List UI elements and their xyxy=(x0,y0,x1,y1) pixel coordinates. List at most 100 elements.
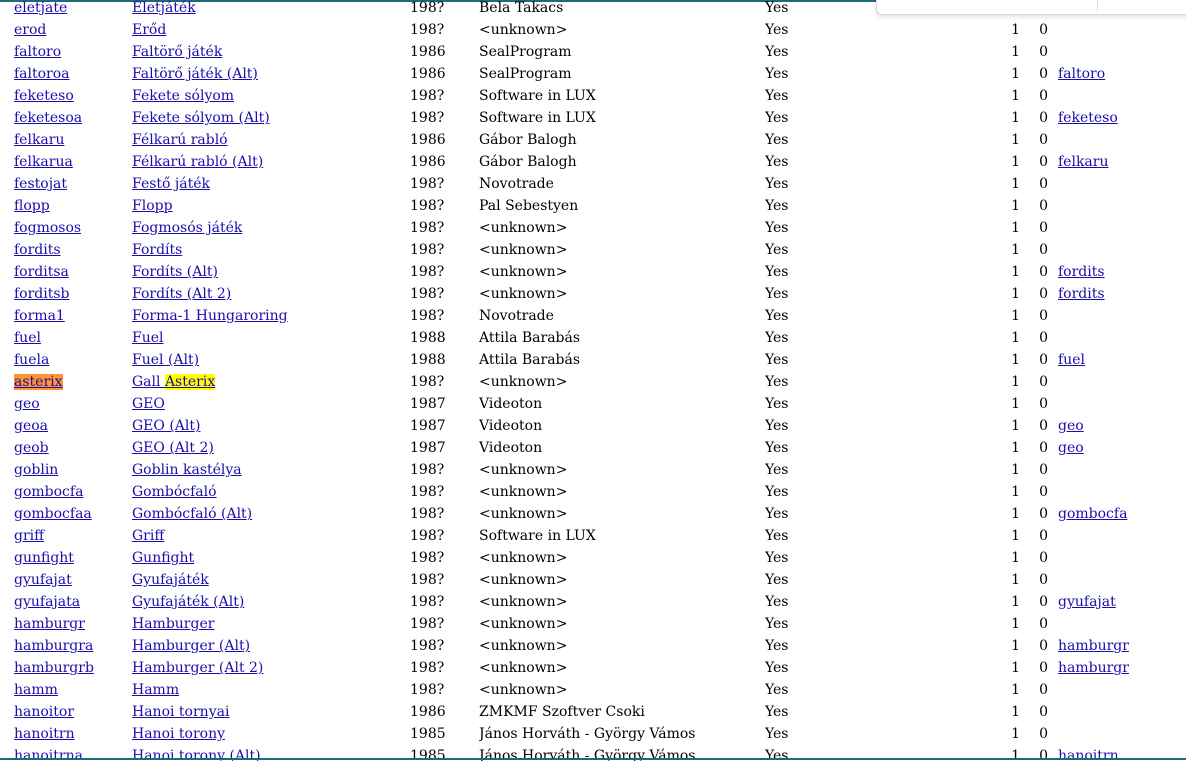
rom-name-link[interactable]: gyufajata xyxy=(14,594,80,610)
rom-name-link[interactable]: felkaru xyxy=(14,132,64,148)
parent-rom-link[interactable]: fordits xyxy=(1058,286,1105,302)
description-link[interactable]: Fordíts xyxy=(132,242,182,258)
clone-count-cell: 1 xyxy=(1011,132,1020,148)
description-link[interactable]: Hamburger xyxy=(132,616,214,632)
description-link[interactable]: Életjáték xyxy=(132,0,196,16)
rom-name-link[interactable]: forditsa xyxy=(14,264,69,280)
rom-name-link[interactable]: faltoro xyxy=(14,44,61,60)
find-input[interactable] xyxy=(889,0,1089,12)
parent-rom-link[interactable]: hamburgr xyxy=(1058,660,1129,676)
rom-name-link[interactable]: goblin xyxy=(14,462,58,478)
rom-name-link[interactable]: felkarua xyxy=(14,154,73,170)
parent-rom-link[interactable]: geo xyxy=(1058,418,1084,434)
description-link[interactable]: Fordíts (Alt) xyxy=(132,264,218,280)
description-link[interactable]: Flopp xyxy=(132,198,173,214)
description-link[interactable]: Festő játék xyxy=(132,176,210,192)
description-link[interactable]: GEO (Alt) xyxy=(132,418,200,434)
description-link[interactable]: Gyufajáték xyxy=(132,572,209,588)
parent-rom-link[interactable]: geo xyxy=(1058,440,1084,456)
parent-rom-link[interactable]: felkaru xyxy=(1058,154,1108,170)
rom-name-link[interactable]: geo xyxy=(14,396,40,412)
rom-name-link[interactable]: hamburgrb xyxy=(14,660,94,676)
description-link[interactable]: Griff xyxy=(132,528,164,544)
supported-flag-cell: 0 xyxy=(1039,704,1048,720)
rom-name-link[interactable]: faltoroa xyxy=(14,66,70,82)
rom-name-link[interactable]: fuela xyxy=(14,352,49,368)
rom-name-link[interactable]: festojat xyxy=(14,176,67,192)
rom-name-link[interactable]: erod xyxy=(14,22,46,38)
rom-name-link[interactable]: gunfight xyxy=(14,550,74,566)
description-link[interactable]: Faltörő játék (Alt) xyxy=(132,66,258,82)
year-cell: 198? xyxy=(410,88,445,104)
rom-name-link[interactable]: hanoitrn xyxy=(14,726,75,742)
description-link[interactable]: Goblin kastélya xyxy=(132,462,242,478)
description-link[interactable]: Fuel xyxy=(132,330,164,346)
clone-count-cell: 1 xyxy=(1011,550,1020,566)
rom-name-link[interactable]: gombocfa xyxy=(14,484,83,500)
supported-flag-cell: 0 xyxy=(1039,352,1048,368)
description-link[interactable]: Erőd xyxy=(132,22,166,38)
description-link[interactable]: Hamm xyxy=(132,682,179,698)
parent-rom-link[interactable]: faltoro xyxy=(1058,66,1105,82)
rom-name-link[interactable]: asterix xyxy=(14,374,63,390)
year-cell: 198? xyxy=(410,198,445,214)
description-link[interactable]: Gombócfaló (Alt) xyxy=(132,506,252,522)
working-status-cell: Yes xyxy=(765,682,789,698)
rom-name-link[interactable]: feketeso xyxy=(14,88,74,104)
rom-name-link[interactable]: geoa xyxy=(14,418,48,434)
clone-count-cell: 1 xyxy=(1011,616,1020,632)
description-link[interactable]: Fekete sólyom xyxy=(132,88,234,104)
rom-name-link[interactable]: hamm xyxy=(14,682,58,698)
description-link[interactable]: Gombócfaló xyxy=(132,484,217,500)
parent-rom-link[interactable]: fuel xyxy=(1058,352,1085,368)
description-link[interactable]: Fuel (Alt) xyxy=(132,352,199,368)
description-link[interactable]: Hanoi torony xyxy=(132,726,225,742)
parent-rom-link[interactable]: hamburgr xyxy=(1058,638,1129,654)
table-row: faltoroa Faltörő játék (Alt) 1986 SealProgr… xyxy=(0,63,1186,85)
rom-name-link[interactable]: gombocfaa xyxy=(14,506,92,522)
rom-name-link[interactable]: forditsb xyxy=(14,286,70,302)
description-link-with-match[interactable]: Gall Asterix xyxy=(132,374,216,390)
year-cell: 1988 xyxy=(410,330,446,346)
parent-rom-link[interactable]: fordits xyxy=(1058,264,1105,280)
rom-name-link[interactable]: gyufajat xyxy=(14,572,72,588)
description-link[interactable]: Gunfight xyxy=(132,550,194,566)
rom-name-link[interactable]: fuel xyxy=(14,330,41,346)
description-link[interactable]: Félkarú rabló xyxy=(132,132,228,148)
description-link[interactable]: Forma-1 Hungaroring xyxy=(132,308,288,324)
parent-rom-link[interactable]: gombocfa xyxy=(1058,506,1127,522)
rom-name-link[interactable]: fordits xyxy=(14,242,61,258)
rom-name-link[interactable]: forma1 xyxy=(14,308,65,324)
manufacturer-cell: <unknown> xyxy=(479,594,568,610)
description-link[interactable]: Faltörő játék xyxy=(132,44,222,60)
manufacturer-cell: Attila Barabás xyxy=(479,330,581,346)
description-cell: Hanoi torony xyxy=(132,723,410,745)
clone-count-cell: 1 xyxy=(1011,264,1020,280)
parent-rom-link[interactable]: gyufajat xyxy=(1058,594,1116,610)
description-link[interactable]: Fekete sólyom (Alt) xyxy=(132,110,270,126)
description-link[interactable]: Fogmosós játék xyxy=(132,220,242,236)
rom-name-link[interactable]: flopp xyxy=(14,198,50,214)
rom-name-link[interactable]: fogmosos xyxy=(14,220,81,236)
description-link[interactable]: Hamburger (Alt 2) xyxy=(132,660,263,676)
rom-name-link[interactable]: griff xyxy=(14,528,44,544)
find-bar[interactable] xyxy=(876,0,1186,15)
description-link[interactable]: Fordíts (Alt 2) xyxy=(132,286,231,302)
rom-name-link[interactable]: geob xyxy=(14,440,49,456)
rom-name-link[interactable]: eletjate xyxy=(14,0,67,16)
rom-name-cell: griff xyxy=(0,525,132,547)
rom-name-link[interactable]: hamburgra xyxy=(14,638,93,654)
description-link[interactable]: Hamburger (Alt) xyxy=(132,638,250,654)
working-status-cell: Yes xyxy=(765,66,789,82)
description-link[interactable]: GEO (Alt 2) xyxy=(132,440,214,456)
rom-name-link[interactable]: feketesoa xyxy=(14,110,82,126)
description-link[interactable]: Gyufajáték (Alt) xyxy=(132,594,244,610)
supported-flag-cell: 0 xyxy=(1039,286,1048,302)
rom-name-link[interactable]: hamburgr xyxy=(14,616,85,632)
rom-name-link[interactable]: hanoitor xyxy=(14,704,74,720)
parent-cell: hamburgr xyxy=(1048,657,1186,679)
description-link[interactable]: GEO xyxy=(132,396,165,412)
description-link[interactable]: Hanoi tornyai xyxy=(132,704,229,720)
parent-rom-link[interactable]: feketeso xyxy=(1058,110,1118,126)
description-link[interactable]: Félkarú rabló (Alt) xyxy=(132,154,263,170)
